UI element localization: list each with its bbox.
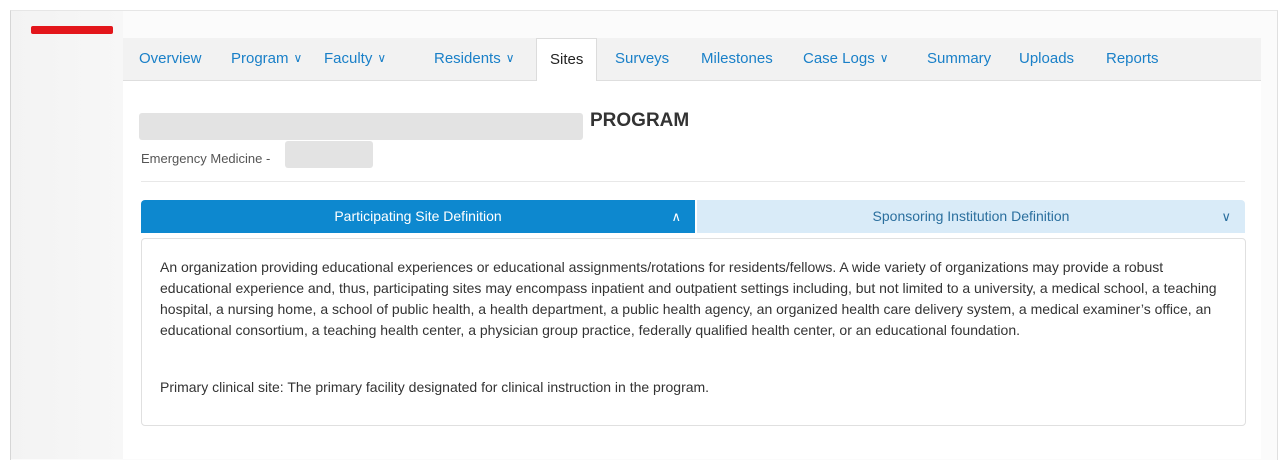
chevron-down-icon: ∨ — [377, 51, 387, 65]
nav-uploads[interactable]: Uploads — [1019, 38, 1074, 80]
primary-site-text: Primary clinical site: The primary facil… — [160, 379, 710, 395]
nav-label: Reports — [1106, 50, 1159, 67]
chevron-down-icon: ∨ — [293, 51, 303, 65]
nav-case-logs[interactable]: Case Logs ∨ — [803, 38, 889, 80]
nav-label: Program — [231, 50, 289, 67]
redacted-program-id — [285, 141, 373, 168]
left-pane — [11, 11, 123, 459]
nav-label: Summary — [927, 50, 992, 67]
tab-label: Sponsoring Institution Definition — [872, 208, 1070, 224]
tab-participating-site-definition[interactable]: Participating Site Definition ∧ — [141, 200, 695, 233]
chevron-down-icon: ∨ — [1221, 209, 1231, 224]
nav-label: Faculty — [324, 50, 373, 67]
section-divider — [141, 181, 1245, 182]
brand-red-bar — [31, 26, 113, 34]
nav-sites[interactable]: Sites — [536, 38, 598, 82]
definition-text: An organization providing educational ex… — [160, 259, 1217, 338]
nav-label: Overview — [139, 50, 202, 67]
chevron-down-icon: ∨ — [879, 51, 889, 65]
tab-label: Participating Site Definition — [334, 208, 502, 224]
nav-reports[interactable]: Reports — [1106, 38, 1159, 80]
redacted-program-name — [139, 113, 583, 140]
nav-residents[interactable]: Residents ∨ — [434, 38, 515, 80]
nav-summary[interactable]: Summary — [927, 38, 991, 80]
nav-label: Milestones — [701, 50, 773, 67]
chevron-down-icon: ∨ — [505, 51, 515, 65]
nav-label: Uploads — [1019, 50, 1075, 67]
top-nav: Overview Program ∨ Faculty ∨ Residents ∨ Si… — [123, 38, 1261, 82]
nav-faculty[interactable]: Faculty ∨ — [324, 38, 386, 80]
nav-label: Surveys — [615, 50, 670, 67]
definition-panel: An organization providing educational ex… — [141, 238, 1246, 426]
nav-label: Case Logs — [803, 50, 875, 67]
chevron-up-icon: ∧ — [671, 209, 681, 224]
tab-sponsoring-institution-definition[interactable]: Sponsoring Institution Definition ∨ — [697, 200, 1245, 233]
page-title: PROGRAM — [590, 110, 690, 131]
specialty-subtitle: Emergency Medicine - — [141, 151, 271, 166]
nav-program[interactable]: Program ∨ — [231, 38, 302, 80]
nav-milestones[interactable]: Milestones — [701, 38, 773, 80]
nav-overview[interactable]: Overview — [139, 38, 202, 80]
nav-label: Sites — [550, 51, 584, 68]
nav-label: Residents — [434, 50, 501, 67]
nav-surveys[interactable]: Surveys — [615, 38, 669, 80]
